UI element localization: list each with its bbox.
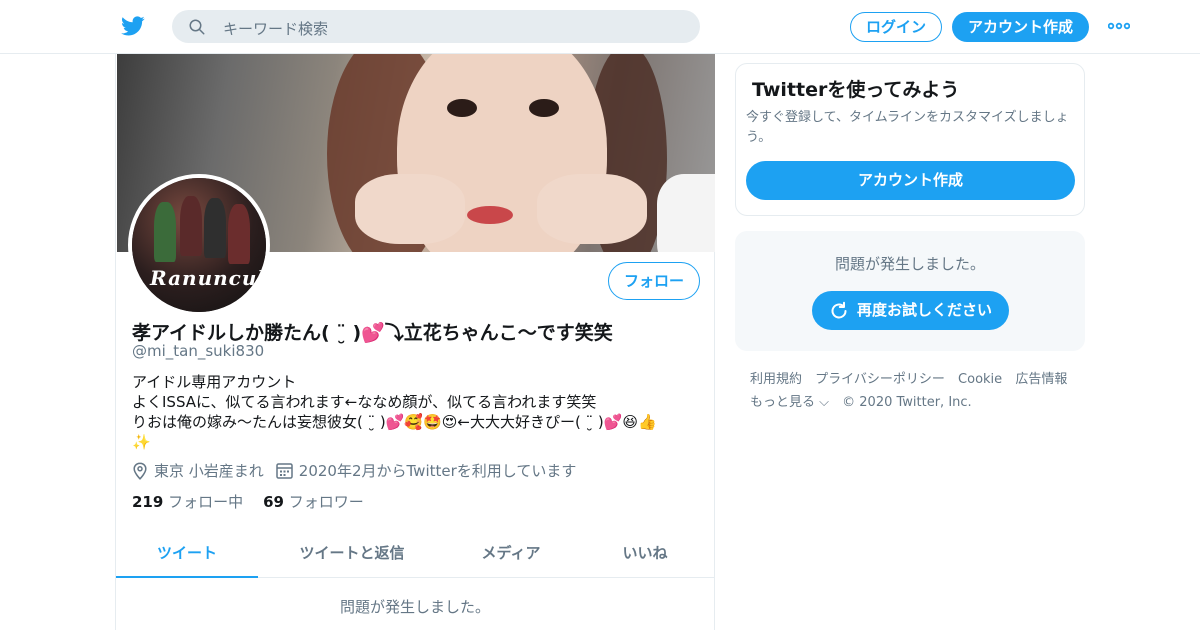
- location-pin-icon: [133, 461, 147, 480]
- tab-tweets[interactable]: ツイート: [116, 530, 258, 578]
- profile-bio: アイドル専用アカウント よくISSAに、似てる言われます←ななめ顔が、似てる言わ…: [132, 372, 702, 452]
- timeline-error-message: 問題が発生しました。: [339, 598, 490, 616]
- footer-link-terms[interactable]: 利用規約: [750, 372, 802, 387]
- avatar-logo-text: Ranunculus: [150, 266, 266, 290]
- search-input[interactable]: キーワード検索: [223, 18, 328, 39]
- bio-line: アイドル専用アカウント: [132, 373, 297, 391]
- error-panel: 問題が発生しました。 再度お試しください: [735, 231, 1085, 351]
- footer-link-privacy[interactable]: プライバシーポリシー: [815, 372, 945, 387]
- search-icon: [189, 19, 205, 35]
- tab-likes[interactable]: いいね: [576, 530, 714, 578]
- signup-card: Twitterを使ってみよう 今すぐ登録して、タイムラインをカスタマイズしましょ…: [735, 63, 1085, 216]
- bio-line: よくISSAに、似てる言われます←ななめ顔が、似てる言われます笑笑: [132, 393, 597, 411]
- refresh-icon: [831, 301, 847, 318]
- footer-link-ads[interactable]: 広告情報: [1015, 372, 1067, 387]
- signup-card-title: Twitterを使ってみよう: [752, 79, 960, 101]
- bio-line: ✨: [132, 433, 151, 451]
- footer-link-cookie[interactable]: Cookie: [958, 372, 1002, 387]
- retry-button[interactable]: 再度お試しください: [812, 291, 1009, 330]
- footer-copyright: © 2020 Twitter, Inc.: [842, 395, 972, 410]
- profile-meta: 東京 小岩産まれ 2020年2月からTwitterを利用しています: [132, 460, 588, 481]
- footer-links: 利用規約 プライバシーポリシー Cookie 広告情報 もっと見る ⌵ © 20…: [750, 368, 1085, 414]
- tab-tweets-and-replies[interactable]: ツイートと返信: [258, 530, 446, 578]
- footer-link-more[interactable]: もっと見る ⌵: [750, 395, 829, 410]
- signup-button[interactable]: アカウント作成: [952, 12, 1089, 42]
- profile-avatar[interactable]: Ranunculus: [128, 174, 270, 316]
- top-navigation-bar: キーワード検索 ログイン アカウント作成: [0, 0, 1200, 54]
- login-button[interactable]: ログイン: [850, 12, 942, 42]
- following-stat[interactable]: 219 フォロー中: [132, 491, 243, 512]
- profile-name: 孝アイドルしか勝たん( ¨̮ )💕⤵︎立花ちゃんこ〜です笑笑: [132, 322, 613, 344]
- profile-column: Ranunculus フォロー 孝アイドルしか勝たん( ¨̮ )💕⤵︎立花ちゃん…: [115, 54, 715, 630]
- error-message: 問題が発生しました。: [834, 255, 985, 273]
- profile-tabs: ツイート ツイートと返信 メディア いいね: [116, 530, 714, 578]
- profile-location: 東京 小岩産まれ: [154, 462, 264, 480]
- search-bar[interactable]: キーワード検索: [172, 10, 700, 43]
- profile-join-date: 2020年2月からTwitterを利用しています: [298, 462, 577, 480]
- calendar-icon: [276, 463, 293, 479]
- follow-button[interactable]: フォロー: [608, 262, 700, 300]
- signup-card-button[interactable]: アカウント作成: [746, 161, 1075, 200]
- signup-card-description: 今すぐ登録して、タイムラインをカスタマイズしましょう。: [746, 110, 1069, 145]
- twitter-bird-icon[interactable]: [120, 14, 146, 38]
- bio-line: りおは俺の嫁み〜たんは妄想彼女( ¨̮ )💕🥰🤩😍←大大大好きぴー( ¨̮ )💕…: [132, 413, 657, 431]
- more-dots-icon[interactable]: [1108, 21, 1130, 31]
- followers-stat[interactable]: 69 フォロワー: [263, 491, 364, 512]
- tab-media[interactable]: メディア: [446, 530, 576, 578]
- profile-stats: 219 フォロー中 69 フォロワー: [132, 491, 384, 512]
- profile-handle[interactable]: @mi_tan_suki830: [132, 342, 264, 360]
- retry-label: 再度お試しください: [856, 301, 992, 319]
